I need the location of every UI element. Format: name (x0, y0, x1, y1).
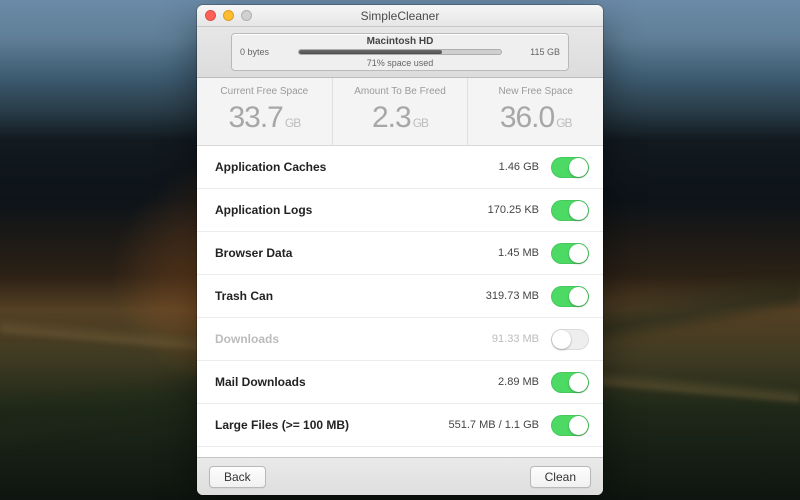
stat-label: Amount To Be Freed (337, 86, 464, 97)
item-size: 319.73 MB (486, 290, 539, 302)
disk-max-label: 115 GB (508, 47, 560, 57)
item-toggle[interactable] (551, 200, 589, 221)
item-name: Application Caches (215, 160, 499, 174)
disk-usage-panel: Macintosh HD 0 bytes 115 GB 71% space us… (231, 33, 569, 71)
stat-label: Current Free Space (201, 86, 328, 97)
item-name: Browser Data (215, 246, 498, 260)
list-item: Browser Data1.45 MB (197, 232, 603, 275)
list-item: Downloads91.33 MB (197, 318, 603, 361)
item-toggle[interactable] (551, 415, 589, 436)
item-size: 170.25 KB (488, 204, 539, 216)
space-stats: Current Free Space 33.7GB Amount To Be F… (197, 78, 603, 146)
item-toggle[interactable] (551, 372, 589, 393)
disk-used-pct: 71% space used (240, 58, 560, 68)
item-name: Large Files (>= 100 MB) (215, 418, 449, 432)
cleanup-list: Application Caches1.46 GBApplication Log… (197, 146, 603, 457)
stat-value: 33.7GB (201, 101, 328, 135)
stat-value: 2.3GB (337, 101, 464, 135)
disk-usage-fill (299, 50, 442, 54)
item-toggle[interactable] (551, 286, 589, 307)
stat-label: New Free Space (472, 86, 599, 97)
list-item: Large Files (>= 100 MB)551.7 MB / 1.1 GB (197, 404, 603, 447)
list-item: Application Caches1.46 GB (197, 146, 603, 189)
desktop-wallpaper: SimpleCleaner Macintosh HD 0 bytes 115 G… (0, 0, 800, 500)
stat-current-free: Current Free Space 33.7GB (197, 78, 333, 145)
back-button[interactable]: Back (209, 466, 266, 488)
item-name: Downloads (215, 332, 492, 346)
item-size: 91.33 MB (492, 333, 539, 345)
list-item: Trash Can319.73 MB (197, 275, 603, 318)
item-name: Mail Downloads (215, 375, 498, 389)
item-size: 2.89 MB (498, 376, 539, 388)
item-size: 1.45 MB (498, 247, 539, 259)
window-title: SimpleCleaner (197, 9, 603, 23)
stat-new-free: New Free Space 36.0GB (468, 78, 603, 145)
item-name: Application Logs (215, 203, 488, 217)
list-item: Mail Downloads2.89 MB (197, 361, 603, 404)
item-toggle[interactable] (551, 329, 589, 350)
titlebar[interactable]: SimpleCleaner (197, 5, 603, 27)
disk-usage-bar (298, 49, 502, 55)
disk-min-label: 0 bytes (240, 47, 292, 57)
item-name: Trash Can (215, 289, 486, 303)
clean-button[interactable]: Clean (530, 466, 591, 488)
item-size: 1.46 GB (499, 161, 539, 173)
disk-toolbar: Macintosh HD 0 bytes 115 GB 71% space us… (197, 27, 603, 78)
list-item: Application Logs170.25 KB (197, 189, 603, 232)
disk-name: Macintosh HD (240, 36, 560, 47)
stat-value: 36.0GB (472, 101, 599, 135)
list-item: Duplicates4.5 MB / 60.5 MB (197, 447, 603, 457)
item-toggle[interactable] (551, 243, 589, 264)
app-window: SimpleCleaner Macintosh HD 0 bytes 115 G… (197, 5, 603, 495)
stat-to-free: Amount To Be Freed 2.3GB (333, 78, 469, 145)
item-toggle[interactable] (551, 157, 589, 178)
footer-bar: Back Clean (197, 457, 603, 495)
item-size: 551.7 MB / 1.1 GB (449, 419, 540, 431)
